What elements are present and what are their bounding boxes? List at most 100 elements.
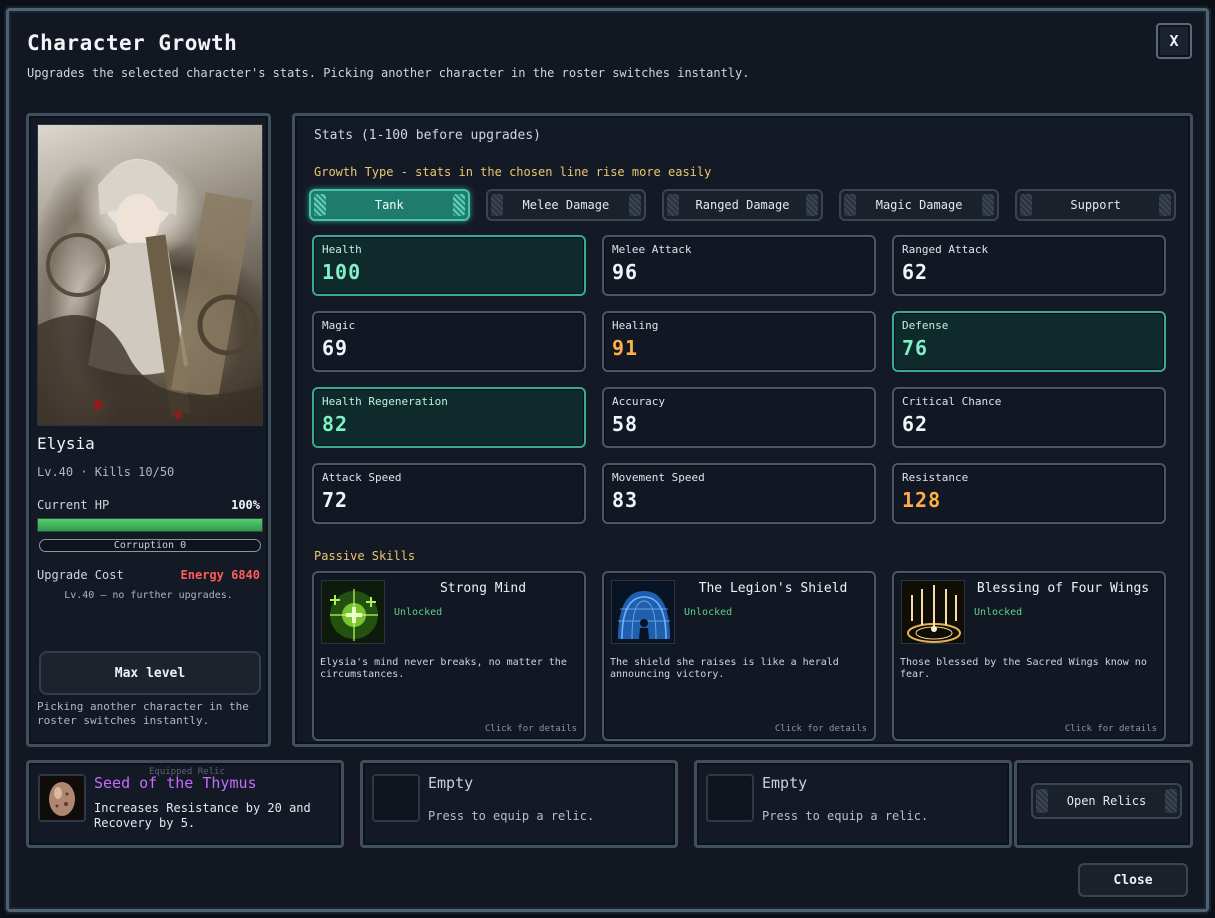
empty-slot-icon bbox=[706, 774, 754, 822]
relic-name: Seed of the Thymus bbox=[94, 774, 257, 792]
hp-value: 100% bbox=[231, 498, 260, 512]
growth-type-tabs: Tank Melee Damage Ranged Damage Magic Da… bbox=[309, 189, 1176, 221]
stat-name: Defense bbox=[902, 319, 949, 332]
four-wings-icon bbox=[901, 580, 965, 644]
skill-name: The Legion's Shield bbox=[698, 581, 848, 596]
stat-value: 76 bbox=[902, 336, 929, 360]
character-growth-window: Character Growth Upgrades the selected c… bbox=[6, 8, 1209, 912]
skill-description: The shield she raises is like a herald a… bbox=[610, 657, 839, 680]
window-subtitle: Upgrades the selected character's stats.… bbox=[27, 66, 750, 80]
character-panel: Elysia Lv.40 · Kills 10/50 Current HP 10… bbox=[26, 113, 271, 747]
upgrade-cost-note: Lv.40 — no further upgrades. bbox=[64, 590, 233, 601]
stat-grid: Health 100 Melee Attack 96 Ranged Attack 62… bbox=[312, 235, 1168, 524]
relic-description: Increases Resistance by 20 and Recovery … bbox=[94, 801, 311, 830]
roster-note: Picking another character in the roster … bbox=[37, 700, 249, 727]
character-name: Elysia bbox=[37, 434, 95, 453]
stat-value: 83 bbox=[612, 488, 639, 512]
window-title: Character Growth bbox=[27, 31, 238, 55]
stat-attack-speed: Attack Speed 72 bbox=[312, 463, 586, 524]
relic-slot-3[interactable]: Empty Press to equip a relic. bbox=[694, 760, 1012, 848]
stat-name: Attack Speed bbox=[322, 471, 402, 484]
skill-details-link[interactable]: Click for details bbox=[485, 724, 577, 734]
passive-skill-card[interactable]: Blessing of Four Wings Unlocked Those bl… bbox=[892, 571, 1166, 741]
stat-health-regeneration: Health Regeneration 82 bbox=[312, 387, 586, 448]
growth-tab-tank[interactable]: Tank bbox=[309, 189, 470, 221]
relic-slot-2[interactable]: Empty Press to equip a relic. bbox=[360, 760, 678, 848]
open-relics-button[interactable]: Open Relics bbox=[1031, 783, 1182, 819]
stat-value: 58 bbox=[612, 412, 639, 436]
close-button[interactable]: Close bbox=[1078, 863, 1188, 897]
growth-tab-magic-damage[interactable]: Magic Damage bbox=[838, 189, 1000, 221]
upgrade-cost-value: Energy 6840 bbox=[180, 568, 260, 582]
relic-description: Press to equip a relic. bbox=[428, 809, 595, 823]
relic-slot-1[interactable]: Equipped Relic Seed of the Thymus Increa… bbox=[26, 760, 344, 848]
growth-type-label: Growth Type - stats in the chosen line r… bbox=[314, 165, 712, 179]
stat-value: 100 bbox=[322, 260, 362, 284]
stat-value: 72 bbox=[322, 488, 349, 512]
character-portrait bbox=[37, 124, 263, 426]
relic-description: Press to equip a relic. bbox=[762, 809, 929, 823]
stat-accuracy: Accuracy 58 bbox=[602, 387, 876, 448]
empty-slot-icon bbox=[372, 774, 420, 822]
stat-name: Ranged Attack bbox=[902, 243, 989, 256]
stat-name: Healing bbox=[612, 319, 659, 332]
growth-tab-ranged-damage[interactable]: Ranged Damage bbox=[662, 189, 823, 221]
stat-value: 62 bbox=[902, 260, 929, 284]
open-relics-panel: Open Relics bbox=[1014, 760, 1193, 848]
legion-shield-icon bbox=[611, 580, 675, 644]
upgrade-cost-label: Upgrade Cost bbox=[37, 568, 124, 582]
stat-value: 128 bbox=[902, 488, 942, 512]
stat-name: Critical Chance bbox=[902, 395, 1002, 408]
skill-details-link[interactable]: Click for details bbox=[1065, 724, 1157, 734]
stats-panel: Stats (1-100 before upgrades) Growth Typ… bbox=[292, 113, 1193, 747]
max-level-button[interactable]: Max level bbox=[39, 651, 261, 695]
seed-egg-icon bbox=[38, 774, 86, 822]
character-level: Lv.40 · Kills 10/50 bbox=[37, 465, 175, 479]
skill-details-link[interactable]: Click for details bbox=[775, 724, 867, 734]
strong-mind-icon bbox=[321, 580, 385, 644]
passive-skill-card[interactable]: The Legion's Shield Unlocked The shield … bbox=[602, 571, 876, 741]
stat-name: Melee Attack bbox=[612, 243, 692, 256]
hp-bar-fill bbox=[38, 519, 262, 531]
passive-skill-card[interactable]: Strong Mind Unlocked Elysia's mind never… bbox=[312, 571, 586, 741]
hp-bar bbox=[37, 518, 263, 532]
stat-resistance: Resistance 128 bbox=[892, 463, 1166, 524]
hp-label: Current HP bbox=[37, 498, 110, 512]
stat-value: 91 bbox=[612, 336, 639, 360]
stat-critical-chance: Critical Chance 62 bbox=[892, 387, 1166, 448]
growth-tab-melee-damage[interactable]: Melee Damage bbox=[485, 189, 647, 221]
skill-description: Those blessed by the Sacred Wings know n… bbox=[900, 657, 1147, 680]
stat-value: 62 bbox=[902, 412, 929, 436]
stat-value: 96 bbox=[612, 260, 639, 284]
relic-row: Equipped Relic Seed of the Thymus Increa… bbox=[26, 760, 1193, 848]
stat-magic: Magic 69 bbox=[312, 311, 586, 372]
skill-state: Unlocked bbox=[394, 607, 443, 618]
stat-name: Magic bbox=[322, 319, 356, 332]
passive-skills-list: Strong Mind Unlocked Elysia's mind never… bbox=[312, 571, 1166, 741]
skill-name: Blessing of Four Wings bbox=[976, 581, 1150, 596]
skill-name: Strong Mind bbox=[439, 581, 527, 596]
growth-tab-support[interactable]: Support bbox=[1015, 189, 1176, 221]
stat-value: 69 bbox=[322, 336, 349, 360]
skill-state: Unlocked bbox=[974, 607, 1023, 618]
stat-melee-attack: Melee Attack 96 bbox=[602, 235, 876, 296]
relic-name: Empty bbox=[428, 774, 474, 792]
stat-health: Health 100 bbox=[312, 235, 586, 296]
stats-title: Stats (1-100 before upgrades) bbox=[314, 128, 541, 143]
stat-name: Accuracy bbox=[612, 395, 665, 408]
stat-value: 82 bbox=[322, 412, 349, 436]
stat-name: Resistance bbox=[902, 471, 969, 484]
stat-name: Movement Speed bbox=[612, 471, 705, 484]
stat-ranged-attack: Ranged Attack 62 bbox=[892, 235, 1166, 296]
stat-movement-speed: Movement Speed 83 bbox=[602, 463, 876, 524]
stat-healing: Healing 91 bbox=[602, 311, 876, 372]
stat-name: Health Regeneration bbox=[322, 395, 448, 408]
passive-skills-label: Passive Skills bbox=[314, 549, 416, 563]
skill-description: Elysia's mind never breaks, no matter th… bbox=[320, 657, 567, 680]
close-x-button[interactable]: X bbox=[1156, 23, 1192, 59]
skill-state: Unlocked bbox=[684, 607, 733, 618]
relic-name: Empty bbox=[762, 774, 808, 792]
corruption-bar: Corruption 0 bbox=[39, 539, 261, 552]
stat-name: Health bbox=[322, 243, 362, 256]
stat-defense: Defense 76 bbox=[892, 311, 1166, 372]
